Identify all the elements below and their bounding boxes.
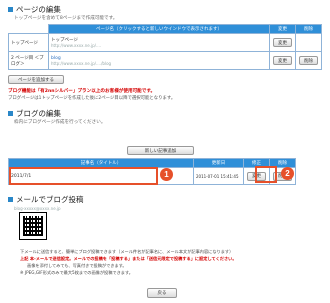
- back-button[interactable]: 戻る: [147, 288, 177, 298]
- new-post-button[interactable]: 新しい記事追加: [127, 146, 194, 155]
- blog-notice: ブログ機能は「有2nnシルバー」プラン以上のお客様が使用可能です。: [8, 89, 156, 94]
- blog-notice-sub: ブログページは1トップページを作成した後に2ページ目以降で選択可能となります。: [8, 96, 176, 101]
- page-table: ページ名（クリックすると新しいウインドウで表示されます） 変更 削除 トップペー…: [8, 24, 322, 70]
- title-highlight: [9, 167, 158, 185]
- section-bullet-icon: [8, 7, 13, 12]
- delete-button[interactable]: 削除: [299, 56, 318, 65]
- mail-desc-3: 画像を添付してみても、写真付きで投稿ができます。: [27, 263, 127, 268]
- row-label: 2 ページ目 ＜ブログ＞: [8, 51, 49, 70]
- mail-blog-title: メールでブログ投稿: [8, 194, 84, 205]
- callout-1: 1: [160, 168, 173, 181]
- page-edit-subtitle: トップページを含めて8ページまで作成可能です。: [14, 16, 118, 21]
- empty-cell: [295, 33, 322, 52]
- post-date-cell: 2011-07-01 15:41:45: [193, 167, 244, 185]
- delete-header: 削除: [295, 24, 322, 34]
- page-edit-title: ページの編集: [8, 4, 61, 15]
- edit-button[interactable]: 変更: [273, 38, 292, 47]
- page-name-header: ページ名（クリックすると新しいウインドウで表示されます）: [48, 24, 270, 34]
- empty-header: [8, 24, 49, 34]
- date-header: 更新日: [193, 158, 244, 168]
- mail-desc-2: 上記 本-メールで送信設定。メールでの投稿を「投稿する」または「送信元限定で投稿…: [20, 256, 237, 261]
- edit-header: 変更: [269, 24, 296, 34]
- qr-code: [19, 212, 47, 240]
- edit-highlight: [255, 166, 277, 183]
- page-name-cell: blog http://www.xxxx.ne.jp/..../blog: [48, 51, 270, 70]
- blog-edit-title: ブログの編集: [8, 108, 61, 119]
- table-row: 2 ページ目 ＜ブログ＞ blog http://www.xxxx.ne.jp/…: [8, 51, 322, 70]
- mail-desc-1: 下メールに送信すると、簡単にブログ投稿できます（メール件名が記事名に、メール本文…: [20, 249, 234, 254]
- mail-blog-title-text: メールでブログ投稿: [16, 195, 84, 204]
- page-url: http://www.xxxx.ne.jp/..../blog: [51, 60, 112, 66]
- page-edit-title-text: ページの編集: [16, 5, 61, 14]
- add-page-button[interactable]: ページを追加する: [8, 75, 64, 84]
- row-label: トップページ: [8, 33, 49, 52]
- edit-button[interactable]: 変更: [273, 56, 292, 65]
- section-bullet-icon: [8, 197, 13, 202]
- page-name-cell: トップページ http://www.xxxx.ne.jp/....: [48, 33, 270, 52]
- page-url: http://www.xxxx.ne.jp/....: [51, 43, 102, 48]
- blog-edit-subtitle: 枠内にブログページ作成を行ってください。: [14, 120, 106, 125]
- mail-address: blog-xxxxx@xxxx.ne.jp: [14, 206, 61, 211]
- section-bullet-icon: [8, 111, 13, 116]
- table-row: トップページ トップページ http://www.xxxx.ne.jp/....…: [8, 33, 322, 52]
- mail-desc-4: ※ JPEG,GIF形式のみで最大5枚までの画像が投稿できます。: [20, 270, 133, 275]
- callout-2: 2: [281, 167, 294, 180]
- blog-edit-title-text: ブログの編集: [16, 109, 61, 118]
